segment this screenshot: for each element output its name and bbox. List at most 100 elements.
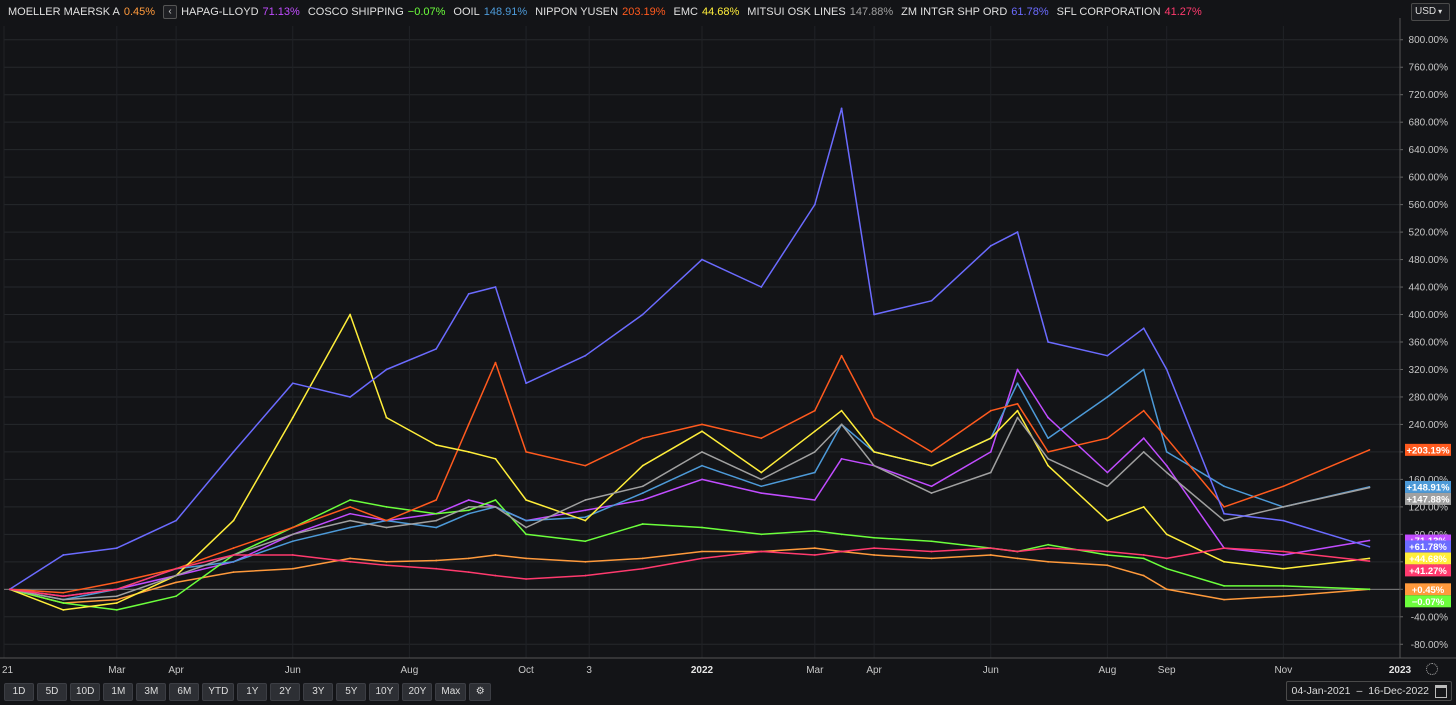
data-point xyxy=(989,437,992,440)
series-end-badge: +148.91% xyxy=(1405,480,1451,493)
data-point xyxy=(175,519,178,522)
data-point xyxy=(349,557,352,560)
x-tick-label: 3 xyxy=(586,665,592,676)
x-tick-label: Aug xyxy=(401,665,419,676)
legend-item[interactable]: COSCO SHIPPING −0.07% xyxy=(308,6,446,18)
chevron-left-icon[interactable]: ‹ xyxy=(163,5,178,19)
data-point xyxy=(1368,448,1371,451)
legend-item[interactable]: MITSUI OSK LINES 147.88% xyxy=(747,6,893,18)
badge-label: +0.45% xyxy=(1412,585,1445,596)
data-point xyxy=(760,533,763,536)
data-point xyxy=(1368,539,1371,542)
data-point xyxy=(385,368,388,371)
data-point xyxy=(701,550,703,553)
y-tick-label: 320.00% xyxy=(1409,365,1449,376)
data-point xyxy=(1106,437,1109,440)
data-point xyxy=(525,526,527,529)
legend-value: 61.78% xyxy=(1011,6,1049,18)
data-point xyxy=(1047,464,1050,467)
y-tick-label: 440.00% xyxy=(1409,283,1449,294)
legend-name: OOIL xyxy=(453,6,480,18)
range-button-20y[interactable]: 20Y xyxy=(402,683,433,701)
data-point xyxy=(435,444,438,446)
legend-item[interactable]: EMC 44.68% xyxy=(674,6,740,18)
data-point xyxy=(641,523,644,525)
range-button-6m[interactable]: 6M xyxy=(169,683,200,701)
data-point xyxy=(1142,368,1145,371)
range-button-ytd[interactable]: YTD xyxy=(202,683,235,701)
data-point xyxy=(641,557,644,560)
legend-item[interactable]: OOIL 148.91% xyxy=(453,6,527,18)
range-button-1d[interactable]: 1D xyxy=(4,683,34,701)
data-point xyxy=(873,416,876,419)
legend-value: −0.07% xyxy=(407,6,446,18)
data-point xyxy=(1165,368,1168,371)
badge-label: +61.78% xyxy=(1409,542,1447,553)
range-button-1y[interactable]: 1Y xyxy=(237,683,268,701)
range-button-2y[interactable]: 2Y xyxy=(270,683,301,701)
badge-label: −0.07% xyxy=(1412,597,1445,608)
legend-value: 0.45% xyxy=(123,6,156,18)
data-point xyxy=(1368,557,1371,560)
data-point xyxy=(1106,396,1109,398)
price-chart[interactable]: 800.00% 760.00% 720.00% 680.00% 640.00% 600.0… xyxy=(0,0,1456,705)
data-point xyxy=(1047,543,1050,546)
data-point xyxy=(873,536,876,539)
data-point xyxy=(873,451,876,453)
data-point xyxy=(584,509,587,512)
data-point xyxy=(1165,567,1168,570)
currency-select[interactable]: USD ▾ xyxy=(1411,3,1450,21)
data-point xyxy=(467,293,470,295)
legend-item[interactable]: SFL CORPORATION 41.27% xyxy=(1057,6,1202,18)
range-button-5d[interactable]: 5D xyxy=(37,683,67,701)
legend-item[interactable]: NIPPON YUSEN 203.19% xyxy=(535,6,665,18)
legend-name: NIPPON YUSEN xyxy=(535,6,619,18)
x-tick-label: 21 xyxy=(2,665,14,676)
data-point xyxy=(989,409,992,412)
data-point xyxy=(760,550,763,553)
data-point xyxy=(1282,567,1285,570)
data-point xyxy=(232,554,235,556)
range-button-1m[interactable]: 1M xyxy=(103,683,134,701)
data-point xyxy=(62,554,65,556)
data-point xyxy=(584,464,587,467)
legend-name: COSCO SHIPPING xyxy=(307,6,404,18)
legend-item[interactable]: HAPAG-LLOYD 71.13% xyxy=(181,6,300,18)
gear-icon[interactable]: ⚙ xyxy=(469,683,492,701)
data-point xyxy=(349,526,352,529)
data-point xyxy=(385,526,388,529)
range-button-10y[interactable]: 10Y xyxy=(369,683,400,701)
calendar-icon[interactable] xyxy=(1435,684,1447,698)
range-button-3m[interactable]: 3M xyxy=(136,683,167,701)
data-point xyxy=(467,505,470,508)
x-tick-label: 2022 xyxy=(691,665,714,676)
series-line xyxy=(9,313,1370,611)
chart-settings-icon[interactable] xyxy=(1426,663,1438,675)
data-point xyxy=(1165,464,1168,467)
data-point xyxy=(1142,409,1145,412)
data-point xyxy=(1047,457,1050,460)
data-point xyxy=(115,602,118,604)
legend-item[interactable]: MOELLER MAERSK A 0.45% xyxy=(8,6,155,18)
data-point xyxy=(760,437,763,440)
data-point xyxy=(349,560,352,563)
data-point xyxy=(291,533,294,536)
date-range-picker[interactable]: 04-Jan-2021 – 16-Dec-2022 xyxy=(1286,681,1452,701)
range-button-3y[interactable]: 3Y xyxy=(303,683,334,701)
legend-item[interactable]: ZM INTGR SHP ORD 61.78% xyxy=(901,6,1048,18)
data-point xyxy=(494,457,497,460)
data-point xyxy=(467,512,470,515)
data-point xyxy=(840,107,843,110)
data-point xyxy=(494,361,497,364)
x-axis: 21 Mar Apr Jun Aug Oct 3 2022 Mar Apr Jun Aug Sep Nov… xyxy=(2,665,1412,676)
data-point xyxy=(840,550,843,553)
data-point xyxy=(1368,588,1371,591)
data-point xyxy=(584,519,587,522)
range-button-max[interactable]: Max xyxy=(435,683,467,701)
data-point xyxy=(1165,557,1168,560)
data-point xyxy=(467,571,470,574)
data-point xyxy=(385,416,388,419)
range-button-10d[interactable]: 10D xyxy=(70,683,101,701)
data-point xyxy=(584,574,587,577)
range-button-5y[interactable]: 5Y xyxy=(336,683,367,701)
